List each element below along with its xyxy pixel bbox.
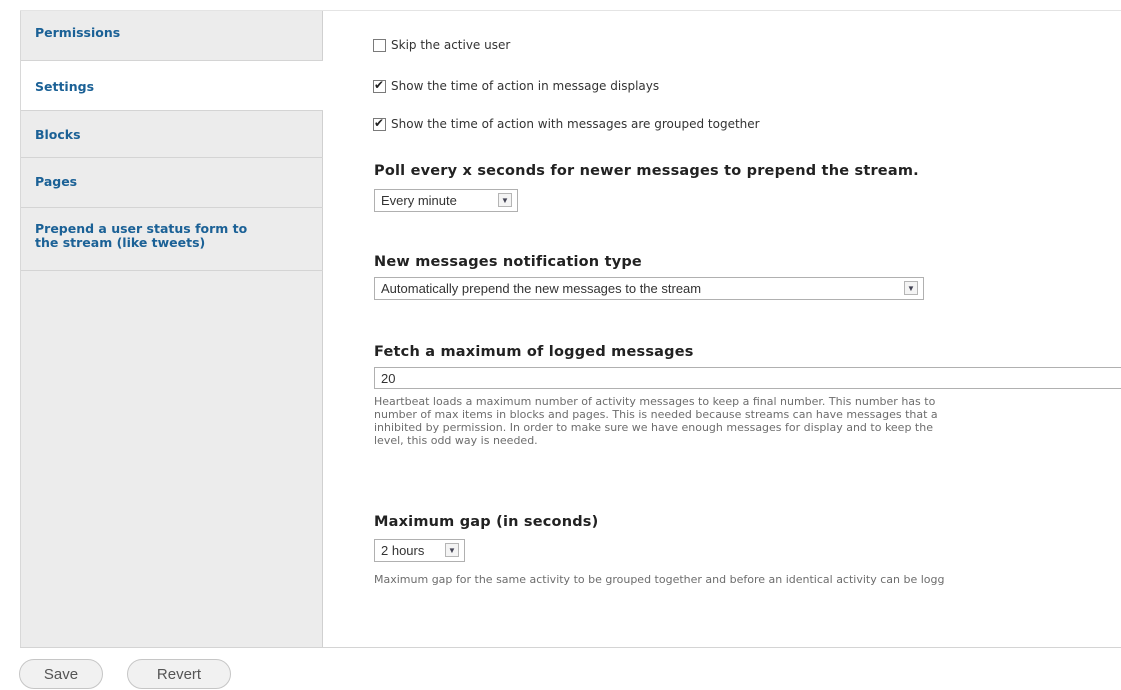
tab-pages-label: Pages: [35, 174, 78, 189]
settings-frame: Permissions Settings Blocks Pages Prepen…: [20, 10, 1121, 648]
checkbox-show-time-displays[interactable]: Show the time of action in message displ…: [373, 78, 660, 93]
fetch-max-value: 20: [381, 370, 396, 386]
checkbox-box[interactable]: [373, 38, 386, 52]
tab-permissions-label: Permissions: [35, 25, 121, 40]
tab-blocks[interactable]: Blocks: [21, 111, 323, 158]
tab-prepend-label-line1: Prepend a user status form to: [35, 221, 248, 236]
fetch-description-line: Heartbeat loads a maximum number of acti…: [374, 395, 936, 408]
fetch-max-input[interactable]: 20: [374, 367, 1121, 389]
notification-type-select[interactable]: Automatically prepend the new messages t…: [374, 277, 924, 300]
checkbox-skip-active-user[interactable]: Skip the active user: [373, 38, 510, 52]
fetch-description: Heartbeat loads a maximum number of acti…: [374, 395, 1121, 447]
tab-settings-label: Settings: [35, 79, 95, 94]
fetch-description-line: inhibited by permission. In order to mak…: [374, 421, 933, 434]
revert-button[interactable]: Revert: [127, 659, 231, 689]
tab-blocks-label: Blocks: [35, 127, 81, 142]
poll-interval-select[interactable]: Every minute ▼: [374, 189, 518, 212]
checkbox-label: Skip the active user: [391, 38, 511, 52]
tab-settings[interactable]: Settings: [21, 61, 324, 111]
settings-panel: Skip the active user Show the time of ac…: [323, 11, 1121, 647]
checkbox-show-time-grouped[interactable]: Show the time of action with messages ar…: [373, 116, 760, 131]
tab-permissions[interactable]: Permissions: [21, 11, 323, 61]
poll-interval-value: Every minute: [381, 193, 457, 208]
tab-prepend-status-form[interactable]: Prepend a user status form to the stream…: [21, 208, 323, 271]
notification-heading: New messages notification type: [374, 254, 642, 270]
checkbox-label: Show the time of action in message displ…: [391, 79, 660, 93]
tab-prepend-label-line2: the stream (like tweets): [35, 235, 206, 250]
fetch-description-line: level, this odd way is needed.: [374, 434, 538, 447]
notification-type-value: Automatically prepend the new messages t…: [381, 281, 702, 296]
poll-heading: Poll every x seconds for newer messages …: [374, 163, 919, 179]
tab-pages[interactable]: Pages: [21, 158, 323, 208]
gap-heading: Maximum gap (in seconds): [374, 514, 599, 530]
chevron-down-icon: ▼: [445, 543, 459, 557]
gap-select[interactable]: 2 hours ▼: [374, 539, 465, 562]
chevron-down-icon: ▼: [904, 281, 918, 295]
save-button[interactable]: Save: [19, 659, 103, 689]
chevron-down-icon: ▼: [498, 193, 512, 207]
vertical-tabs: Permissions Settings Blocks Pages Prepen…: [20, 11, 324, 647]
gap-value: 2 hours: [381, 543, 425, 558]
checkbox-box[interactable]: [373, 116, 386, 131]
fetch-heading: Fetch a maximum of logged messages: [374, 344, 694, 360]
checkbox-label: Show the time of action with messages ar…: [391, 117, 760, 131]
fetch-description-line: number of max items in blocks and pages.…: [374, 408, 938, 421]
checkbox-box[interactable]: [373, 78, 386, 93]
gap-description: Maximum gap for the same activity to be …: [374, 573, 945, 586]
